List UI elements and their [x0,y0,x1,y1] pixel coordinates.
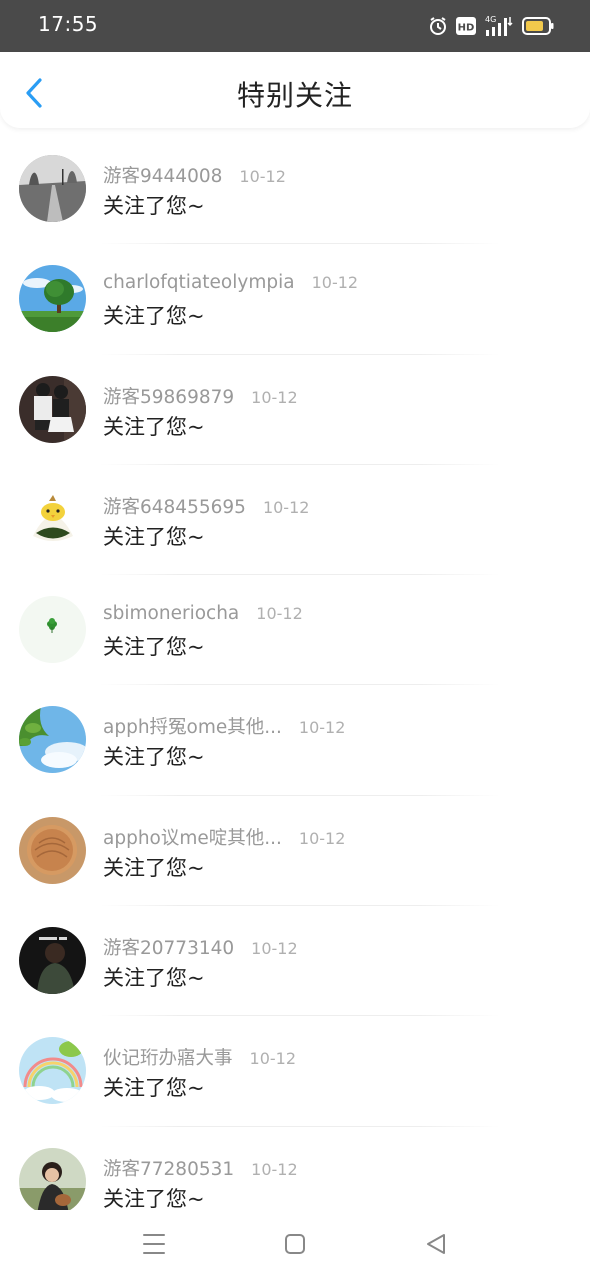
list-item[interactable]: sbimoneriocha 10-12 关注了您~ [0,575,590,686]
follow-date: 10-12 [298,828,346,848]
user-name: 游客20773140 [103,938,235,960]
user-name: 伙记珩办寤大事 [103,1048,233,1070]
back-nav-button[interactable] [416,1228,456,1262]
avatar[interactable] [19,485,86,553]
header: 特别关注 [0,52,590,128]
user-name: 游客648455695 [103,496,246,518]
user-name: 游客77280531 [103,1158,235,1180]
list-item[interactable]: 游客648455695 10-12 关注了您~ [0,465,590,576]
list-item[interactable]: appho议me啶其他... 10-12 关注了您~ [0,796,590,907]
user-name: apph捋冤ome其他... [103,717,282,739]
avatar[interactable] [19,375,86,443]
avatar[interactable] [19,816,86,884]
follow-date: 10-12 [298,718,346,738]
battery-icon [522,17,554,35]
follow-message: 关注了您~ [103,635,205,660]
avatar[interactable] [19,1147,86,1215]
avatar[interactable] [19,265,86,333]
avatar[interactable] [19,1037,86,1105]
svg-text:4G: 4G [485,15,496,24]
follow-message: 关注了您~ [103,855,205,880]
system-nav-bar [0,1210,590,1280]
list-item[interactable]: apph捋冤ome其他... 10-12 关注了您~ [0,685,590,796]
follow-message: 关注了您~ [103,194,205,218]
home-button[interactable] [275,1228,315,1262]
user-name: appho议me啶其他... [103,827,282,849]
follow-date: 10-12 [251,939,298,959]
avatar[interactable] [19,155,86,222]
follow-date: 10-12 [256,604,303,624]
status-time: 17:55 [38,12,99,36]
menu-button[interactable] [134,1228,174,1262]
page-title: 特别关注 [236,79,353,112]
follow-list: 游客9444008 10-12 关注了您~ charlofqtiateolymp… [0,134,590,1237]
signal-icon: 4G [484,15,514,37]
status-bar: 17:55 HD 4G [0,0,590,52]
user-name: 游客9444008 [103,166,223,187]
status-icons: HD 4G [428,14,554,38]
follow-date: 10-12 [251,387,298,407]
home-icon [285,1234,305,1254]
user-name: charlofqtiateolympia [103,272,295,294]
follow-message: 关注了您~ [103,414,205,439]
avatar[interactable] [19,596,86,664]
follow-message: 关注了您~ [103,966,205,991]
alarm-icon [428,16,448,36]
follow-date: 10-12 [249,1049,297,1069]
follow-date: 10-12 [311,273,359,293]
list-item[interactable]: 伙记珩办寤大事 10-12 关注了您~ [0,1016,590,1127]
list-item[interactable]: 游客59869879 10-12 关注了您~ [0,355,590,465]
user-name: 游客59869879 [103,386,235,408]
list-item[interactable]: 游客9444008 10-12 关注了您~ [0,134,590,245]
user-name: sbimoneriocha [103,603,240,625]
svg-text:HD: HD [458,23,475,34]
follow-message: 关注了您~ [103,304,205,329]
avatar[interactable] [19,927,86,995]
follow-message: 关注了您~ [103,1186,205,1211]
list-item[interactable]: charlofqtiateolympia 10-12 关注了您~ [0,244,590,355]
follow-date: 10-12 [251,1159,298,1179]
follow-date: 10-12 [239,167,286,186]
follow-message: 关注了您~ [103,745,205,770]
follow-date: 10-12 [262,497,310,517]
hd-icon: HD [456,17,476,35]
follow-message: 关注了您~ [103,524,205,549]
list-item[interactable]: 游客20773140 10-12 关注了您~ [0,906,590,1017]
avatar[interactable] [19,706,86,774]
back-icon [427,1234,445,1254]
menu-icon [143,1234,165,1254]
follow-message: 关注了您~ [103,1076,205,1101]
